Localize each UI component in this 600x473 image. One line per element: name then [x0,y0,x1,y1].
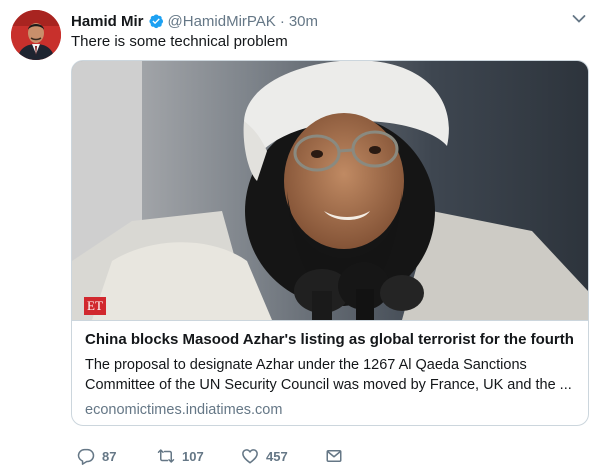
like-button[interactable]: 457 [241,447,325,465]
retweet-button[interactable]: 107 [157,447,241,465]
retweet-icon [157,449,175,463]
author-handle[interactable]: @HamidMirPAK [168,13,276,30]
tweet-actions: 87 107 457 [71,446,355,466]
et-logo: ET [84,297,106,315]
card-description: The proposal to designate Azhar under th… [85,357,572,393]
link-card[interactable]: ET China blocks Masood Azhar's listing a… [71,60,589,426]
card-image[interactable]: ET [72,61,588,320]
reply-button[interactable]: 87 [77,447,157,465]
author-name[interactable]: Hamid Mir [71,13,144,30]
reply-count: 87 [102,448,117,464]
tweet: Hamid Mir @HamidMirPAK · 30m There is so… [0,0,600,473]
header-separator: · [279,12,285,30]
heart-icon [242,449,258,464]
card-domain: economictimes.indiatimes.com [85,402,283,418]
card-photo [72,61,588,320]
avatar-image [11,10,61,60]
reply-icon [77,448,95,465]
like-count: 457 [266,448,288,464]
retweet-count: 107 [182,448,204,464]
tweet-header: Hamid Mir @HamidMirPAK · 30m [71,11,318,31]
chevron-down-icon[interactable] [572,14,586,24]
tweet-text: There is some technical problem [71,33,288,50]
avatar[interactable] [11,10,61,60]
tweet-timestamp[interactable]: 30m [289,13,318,30]
envelope-icon [326,450,342,462]
card-body: China blocks Masood Azhar's listing as g… [72,320,588,420]
verified-badge-icon [148,14,163,29]
card-title: China blocks Masood Azhar's listing as g… [85,331,576,348]
direct-message-button[interactable] [325,447,355,465]
